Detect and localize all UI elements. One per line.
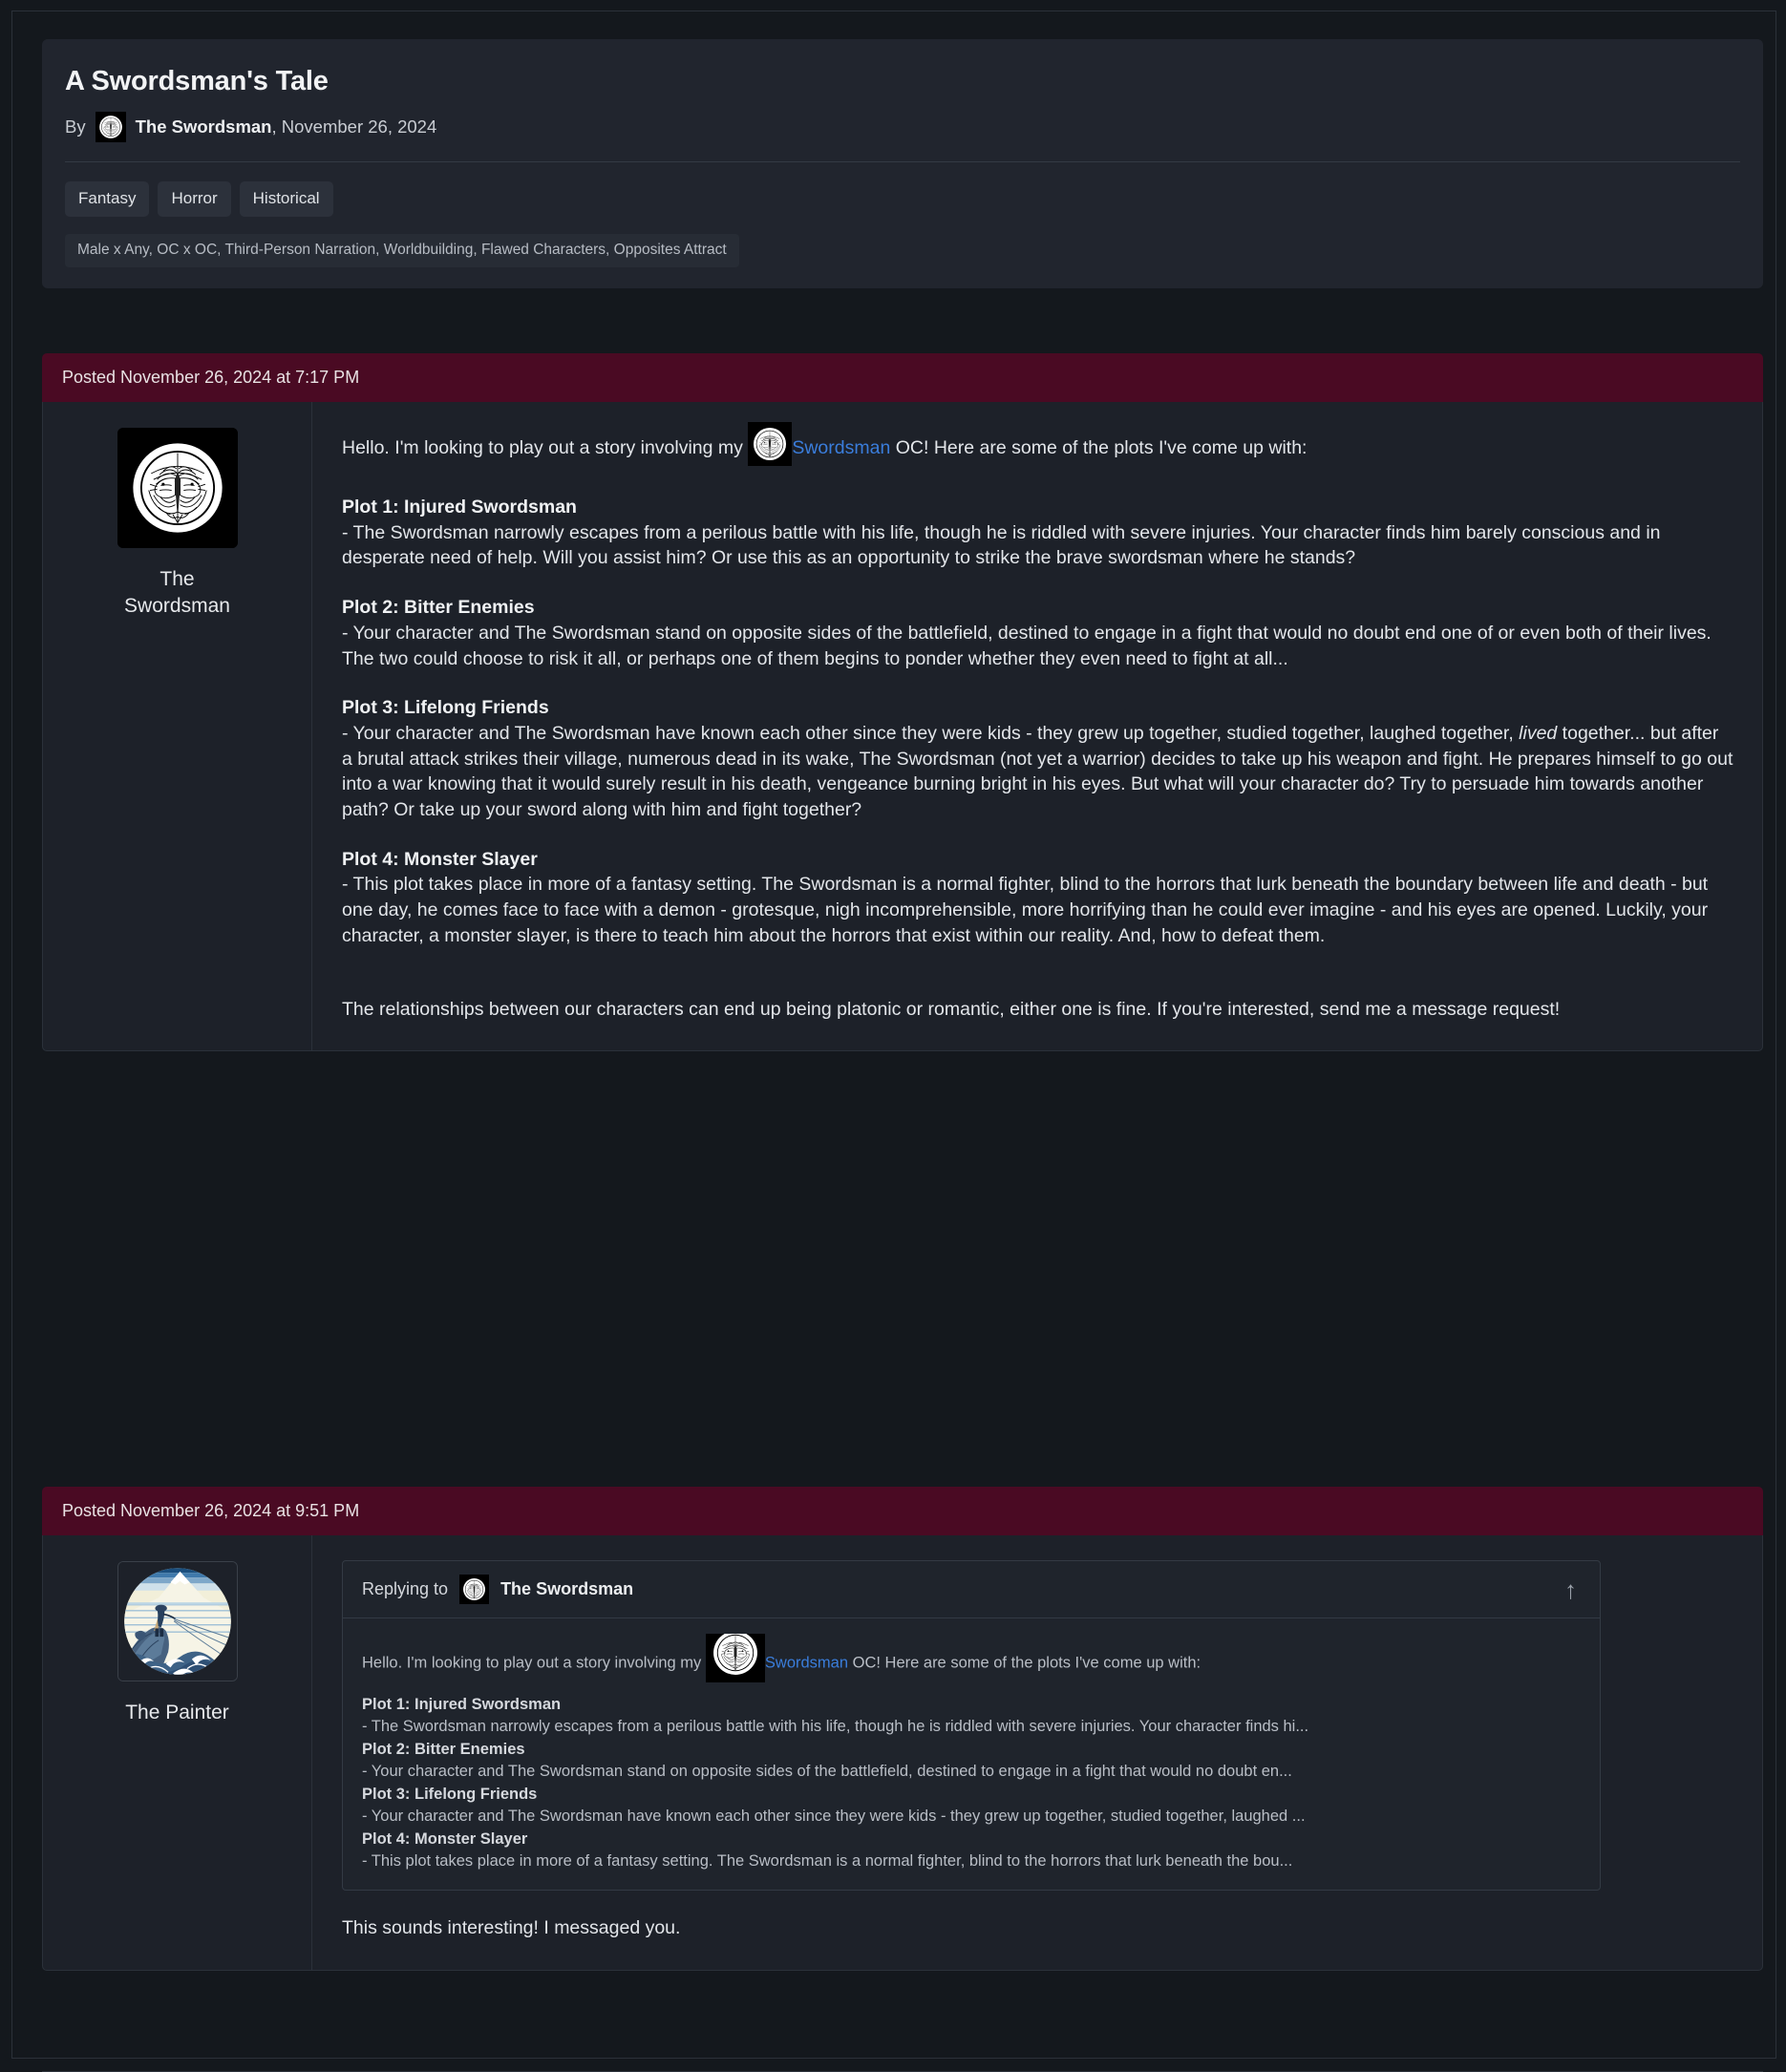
byline: By The Swordsman , November 26, 2024 xyxy=(65,112,1740,142)
post-1-author-column: The Swordsman xyxy=(43,402,312,1051)
plot-2-text: - Your character and The Swordsman stand… xyxy=(342,622,1712,669)
post-1: Posted November 26, 2024 at 7:17 PM The … xyxy=(42,353,1763,1052)
byline-author-link[interactable]: The Swordsman xyxy=(136,116,272,137)
tag-list: Fantasy Horror Historical xyxy=(65,181,1740,217)
post-2: Posted November 26, 2024 at 9:51 PM The … xyxy=(42,1487,1763,1972)
page-frame: A Swordsman's Tale By The Swordsman , No… xyxy=(11,11,1776,2072)
swordsman-kamon-avatar-icon[interactable] xyxy=(117,428,238,548)
tag-chip-horror[interactable]: Horror xyxy=(158,181,231,217)
quoted-plot-3-snippet: - Your character and The Swordsman have … xyxy=(362,1808,1306,1826)
quoted-plot-4-snippet: - This plot takes place in more of a fan… xyxy=(362,1851,1293,1870)
post-2-reply-text: This sounds interesting! I messaged you. xyxy=(342,1917,681,1939)
plot-3-text-a: - Your character and The Swordsman have … xyxy=(342,722,1520,744)
tag-chip-historical[interactable]: Historical xyxy=(239,181,333,217)
byline-by-label: By xyxy=(65,116,86,137)
post-1-closing: The relationships between our characters… xyxy=(342,998,1561,1020)
post-2-content: Replying to The Swordsman ↑ Hello. I'm l… xyxy=(312,1535,1762,1970)
post-1-author-name[interactable]: The Swordsman xyxy=(106,566,249,619)
arrow-up-icon[interactable]: ↑ xyxy=(1564,1577,1583,1602)
plot-4-title: Plot 4: Monster Slayer xyxy=(342,848,538,870)
replying-to-label: Replying to xyxy=(362,1579,449,1598)
post-1-intro-pre: Hello. I'm looking to play out a story i… xyxy=(342,437,743,459)
painter-hokusai-avatar-icon[interactable] xyxy=(117,1561,238,1681)
plot-3-title: Plot 3: Lifelong Friends xyxy=(342,697,549,719)
quoted-plot-1-snippet: - The Swordsman narrowly escapes from a … xyxy=(362,1718,1309,1736)
plot-1-text: - The Swordsman narrowly escapes from a … xyxy=(342,521,1661,569)
post-2-author-column: The Painter xyxy=(43,1535,312,1971)
swordsman-kamon-avatar-icon[interactable] xyxy=(706,1634,765,1682)
quoted-plot-2-title: Plot 2: Bitter Enemies xyxy=(362,1740,525,1758)
post-1-content: Hello. I'm looking to play out a story i… xyxy=(312,402,1762,1050)
plot-4-text: - This plot takes place in more of a fan… xyxy=(342,874,1709,946)
post-1-timestamp: Posted November 26, 2024 at 7:17 PM xyxy=(42,353,1763,402)
quoted-author-link[interactable]: The Swordsman xyxy=(500,1579,633,1599)
plot-3-text: - Your character and The Swordsman have … xyxy=(342,721,1733,823)
quoted-plot-4-title: Plot 4: Monster Slayer xyxy=(362,1829,528,1848)
quoted-intro-post: OC! Here are some of the plots I've come… xyxy=(852,1654,1201,1672)
post-1-intro: Hello. I'm looking to play out a story i… xyxy=(342,427,1733,471)
post-2-author-name[interactable]: The Painter xyxy=(106,1700,249,1726)
divider xyxy=(65,161,1740,162)
post-2-timestamp: Posted November 26, 2024 at 9:51 PM xyxy=(42,1487,1763,1535)
quoted-intro-line: Hello. I'm looking to play out a story i… xyxy=(362,1634,1581,1693)
quoted-plot-2-snippet: - Your character and The Swordsman stand… xyxy=(362,1763,1292,1781)
quoted-plot-1-title: Plot 1: Injured Swordsman xyxy=(362,1696,562,1713)
swordsman-mention-link[interactable]: Swordsman xyxy=(792,437,890,458)
quoted-intro-pre: Hello. I'm looking to play out a story i… xyxy=(362,1654,702,1672)
byline-date: , November 26, 2024 xyxy=(271,116,437,137)
swordsman-mention-link[interactable]: Swordsman xyxy=(765,1654,848,1671)
topic-header-card: A Swordsman's Tale By The Swordsman , No… xyxy=(42,39,1763,288)
plot-2-title: Plot 2: Bitter Enemies xyxy=(342,597,535,619)
tag-chip-fantasy[interactable]: Fantasy xyxy=(65,181,150,217)
quoted-post[interactable]: Replying to The Swordsman ↑ Hello. I'm l… xyxy=(342,1560,1601,1892)
topic-meta-tags: Male x Any, OC x OC, Third-Person Narrat… xyxy=(65,234,739,267)
swordsman-kamon-avatar-icon[interactable] xyxy=(459,1575,489,1604)
quoted-post-header: Replying to The Swordsman ↑ xyxy=(343,1561,1600,1618)
plot-3-emphasis: lived xyxy=(1519,722,1558,744)
quoted-plot-3-title: Plot 3: Lifelong Friends xyxy=(362,1785,538,1803)
post-1-intro-post: OC! Here are some of the plots I've come… xyxy=(895,437,1308,459)
plot-1-title: Plot 1: Injured Swordsman xyxy=(342,497,577,518)
quoted-post-body: Hello. I'm looking to play out a story i… xyxy=(343,1618,1600,1890)
page-title: A Swordsman's Tale xyxy=(65,66,329,96)
swordsman-kamon-avatar-icon[interactable] xyxy=(748,422,792,466)
swordsman-kamon-avatar-icon[interactable] xyxy=(96,112,126,142)
